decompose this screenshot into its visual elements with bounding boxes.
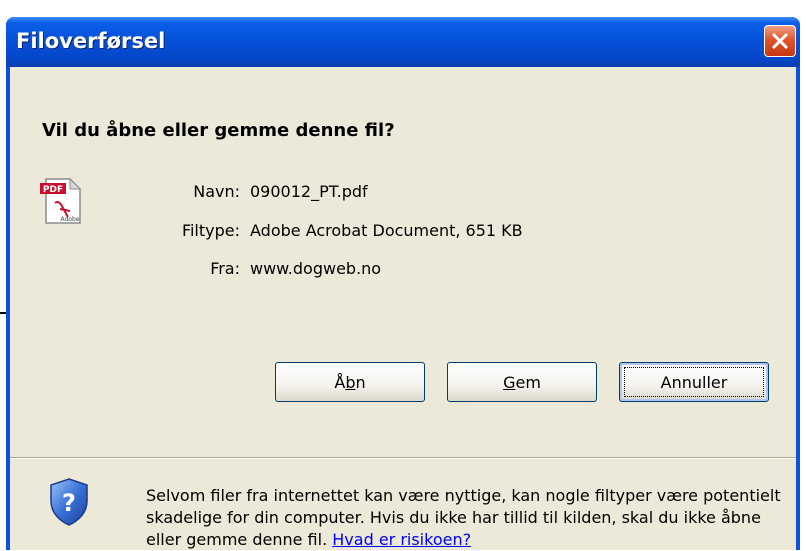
name-label: Navn:: [193, 182, 240, 201]
close-button[interactable]: [764, 25, 796, 57]
svg-text:?: ?: [62, 489, 76, 517]
risk-link[interactable]: Hvad er risikoen?: [332, 530, 471, 549]
save-button[interactable]: Gem: [447, 362, 597, 402]
warning-text: Selvom filer fra internettet kan være ny…: [146, 485, 786, 551]
open-button-mnemonic: b: [345, 372, 356, 392]
from-value: www.dogweb.no: [250, 259, 382, 278]
open-button-suffix: n: [355, 372, 366, 392]
open-button[interactable]: Åbn: [275, 362, 425, 402]
name-value: 090012_PT.pdf: [250, 182, 368, 201]
open-button-prefix: Å: [334, 372, 346, 392]
type-label: Filtype:: [181, 221, 240, 240]
svg-text:PDF: PDF: [43, 185, 63, 195]
file-download-dialog: Filoverførsel Vil du åbne eller gemme de…: [6, 17, 800, 550]
save-button-mnemonic: G: [503, 372, 516, 392]
type-value: Adobe Acrobat Document, 651 KB: [250, 221, 523, 240]
cancel-button[interactable]: Annuller: [619, 362, 769, 402]
window-title: Filoverførsel: [16, 29, 166, 53]
from-label: Fra:: [210, 259, 240, 278]
shield-question-icon: ?: [50, 478, 88, 526]
save-button-suffix: em: [515, 372, 541, 392]
svg-text:Adobe: Adobe: [61, 216, 80, 223]
title-bar[interactable]: Filoverførsel: [6, 17, 800, 67]
dialog-question: Vil du åbne eller gemme denne fil?: [42, 120, 395, 141]
close-icon: [771, 32, 789, 50]
dialog-body: Vil du åbne eller gemme denne fil? PDF A…: [10, 67, 796, 550]
cancel-button-label: Annuller: [660, 372, 728, 392]
pdf-file-icon: PDF Adobe: [40, 177, 82, 224]
divider: [10, 457, 796, 459]
